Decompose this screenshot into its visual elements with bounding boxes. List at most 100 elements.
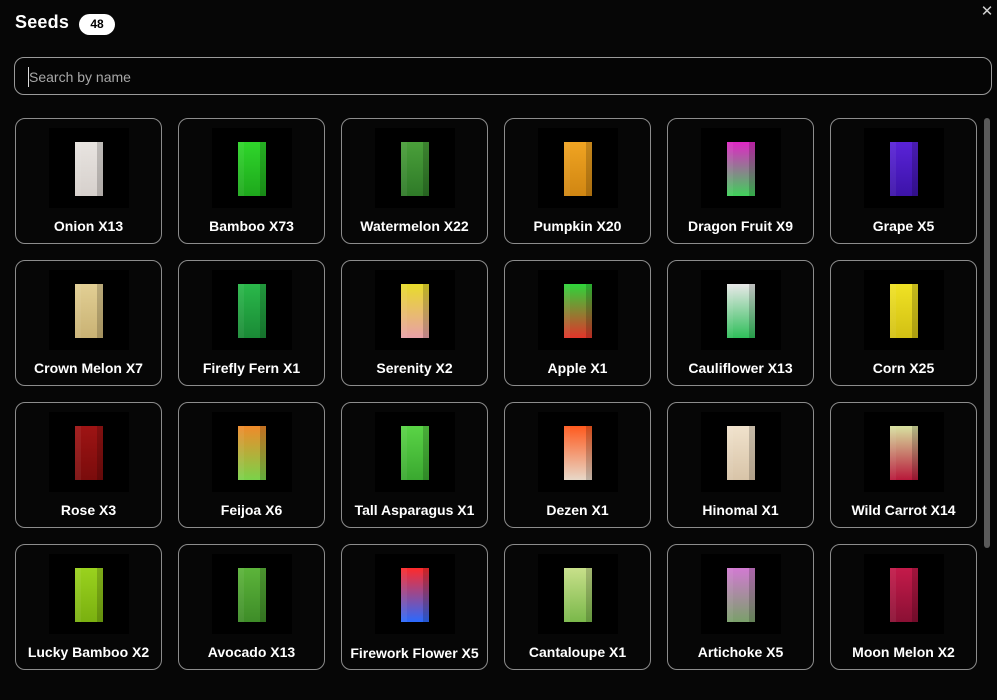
seed-image (864, 412, 944, 492)
seed-image (375, 128, 455, 208)
seed-label: Onion X13 (53, 218, 124, 234)
seed-label: Grape X5 (872, 218, 935, 234)
seed-grid: Onion X13 Bamboo X73 Watermelon X22 Pumpkin… (15, 118, 977, 700)
seed-block-icon (727, 142, 755, 196)
search-input[interactable] (28, 67, 969, 87)
scrollbar-thumb[interactable] (984, 118, 990, 548)
seed-image (538, 270, 618, 350)
seed-label: Watermelon X22 (360, 218, 469, 234)
seed-card[interactable]: Feijoa X6 (178, 402, 325, 528)
seed-card[interactable]: Bamboo X73 (178, 118, 325, 244)
seed-label: Firefly Fern X1 (202, 360, 301, 376)
seed-card[interactable]: Artichoke X5 (667, 544, 814, 670)
seed-image (375, 554, 455, 634)
seed-block-icon (75, 426, 103, 480)
seed-block-icon (890, 284, 918, 338)
seed-card[interactable]: Cantaloupe X1 (504, 544, 651, 670)
seed-block-icon (238, 426, 266, 480)
seed-card[interactable]: Lucky Bamboo X2 (15, 544, 162, 670)
close-icon[interactable]: ✕ (979, 4, 995, 20)
seed-label: Rose X3 (60, 502, 117, 518)
seed-label: Lucky Bamboo X2 (27, 644, 150, 660)
seed-image (538, 128, 618, 208)
seed-image (701, 128, 781, 208)
seed-label: Apple X1 (547, 360, 608, 376)
seed-block-icon (564, 426, 592, 480)
seed-count-badge: 48 (79, 14, 115, 35)
seed-label: Cauliflower X13 (688, 360, 793, 376)
seed-image (701, 554, 781, 634)
seed-image (701, 270, 781, 350)
seed-card[interactable]: Rose X3 (15, 402, 162, 528)
seed-image (212, 412, 292, 492)
seed-block-icon (727, 568, 755, 622)
seed-label: Artichoke X5 (697, 644, 784, 660)
seed-block-icon (75, 568, 103, 622)
seed-image (49, 412, 129, 492)
seed-block-icon (727, 284, 755, 338)
seed-card[interactable]: Apple X1 (504, 260, 651, 386)
seed-card[interactable]: Corn X25 (830, 260, 977, 386)
seed-card[interactable]: Watermelon X22 (341, 118, 488, 244)
seed-card[interactable]: Pumpkin X20 (504, 118, 651, 244)
seeds-panel: Seeds 48 ✕ Onion X13 Bamboo X73 Watermelon… (0, 0, 997, 700)
seed-card[interactable]: Grape X5 (830, 118, 977, 244)
seed-label: Dragon Fruit X9 (687, 218, 793, 234)
seed-label: Firework Flower X5 (350, 645, 479, 661)
seed-image (538, 554, 618, 634)
seed-block-icon (564, 568, 592, 622)
seed-card[interactable]: Moon Melon X2 (830, 544, 977, 670)
seed-image (212, 270, 292, 350)
seed-label: Moon Melon X2 (852, 644, 955, 660)
seed-label: Crown Melon X7 (34, 360, 143, 376)
seed-block-icon (401, 426, 429, 480)
seed-block-icon (75, 284, 103, 338)
seed-image (375, 270, 455, 350)
seed-image (701, 412, 781, 492)
seed-block-icon (75, 142, 103, 196)
seed-block-icon (890, 142, 918, 196)
seed-image (49, 128, 129, 208)
seed-card[interactable]: Serenity X2 (341, 260, 488, 386)
seed-block-icon (727, 426, 755, 480)
seed-card[interactable]: Crown Melon X7 (15, 260, 162, 386)
seed-card[interactable]: Avocado X13 (178, 544, 325, 670)
seed-label: Hinomal X1 (702, 502, 779, 518)
panel-title: Seeds (15, 12, 70, 32)
seed-image (375, 412, 455, 492)
seed-image (864, 270, 944, 350)
seed-block-icon (238, 284, 266, 338)
seed-image (212, 554, 292, 634)
seed-card[interactable]: Firework Flower X5 (341, 544, 488, 670)
scrollbar[interactable] (983, 118, 991, 700)
seed-card[interactable]: Hinomal X1 (667, 402, 814, 528)
seed-card[interactable]: Wild Carrot X14 (830, 402, 977, 528)
seed-block-icon (890, 426, 918, 480)
seed-label: Tall Asparagus X1 (354, 502, 475, 518)
seed-card[interactable]: Tall Asparagus X1 (341, 402, 488, 528)
seed-image (864, 554, 944, 634)
seed-card[interactable]: Dezen X1 (504, 402, 651, 528)
seed-card[interactable]: Firefly Fern X1 (178, 260, 325, 386)
seed-label: Feijoa X6 (220, 502, 283, 518)
seed-label: Wild Carrot X14 (851, 502, 956, 518)
seed-label: Avocado X13 (207, 644, 296, 660)
seed-image (864, 128, 944, 208)
seed-card[interactable]: Cauliflower X13 (667, 260, 814, 386)
seed-block-icon (564, 142, 592, 196)
seed-block-icon (238, 142, 266, 196)
seed-block-icon (564, 284, 592, 338)
seed-block-icon (238, 568, 266, 622)
seed-label: Cantaloupe X1 (528, 644, 627, 660)
seed-card[interactable]: Dragon Fruit X9 (667, 118, 814, 244)
seed-block-icon (890, 568, 918, 622)
seed-image (538, 412, 618, 492)
seed-label: Dezen X1 (546, 502, 609, 518)
seed-card[interactable]: Onion X13 (15, 118, 162, 244)
seed-label: Pumpkin X20 (533, 218, 622, 234)
seed-block-icon (401, 568, 429, 622)
seed-label: Bamboo X73 (209, 218, 294, 234)
seed-block-icon (401, 142, 429, 196)
search-box (14, 57, 992, 95)
seed-label: Serenity X2 (376, 360, 453, 376)
